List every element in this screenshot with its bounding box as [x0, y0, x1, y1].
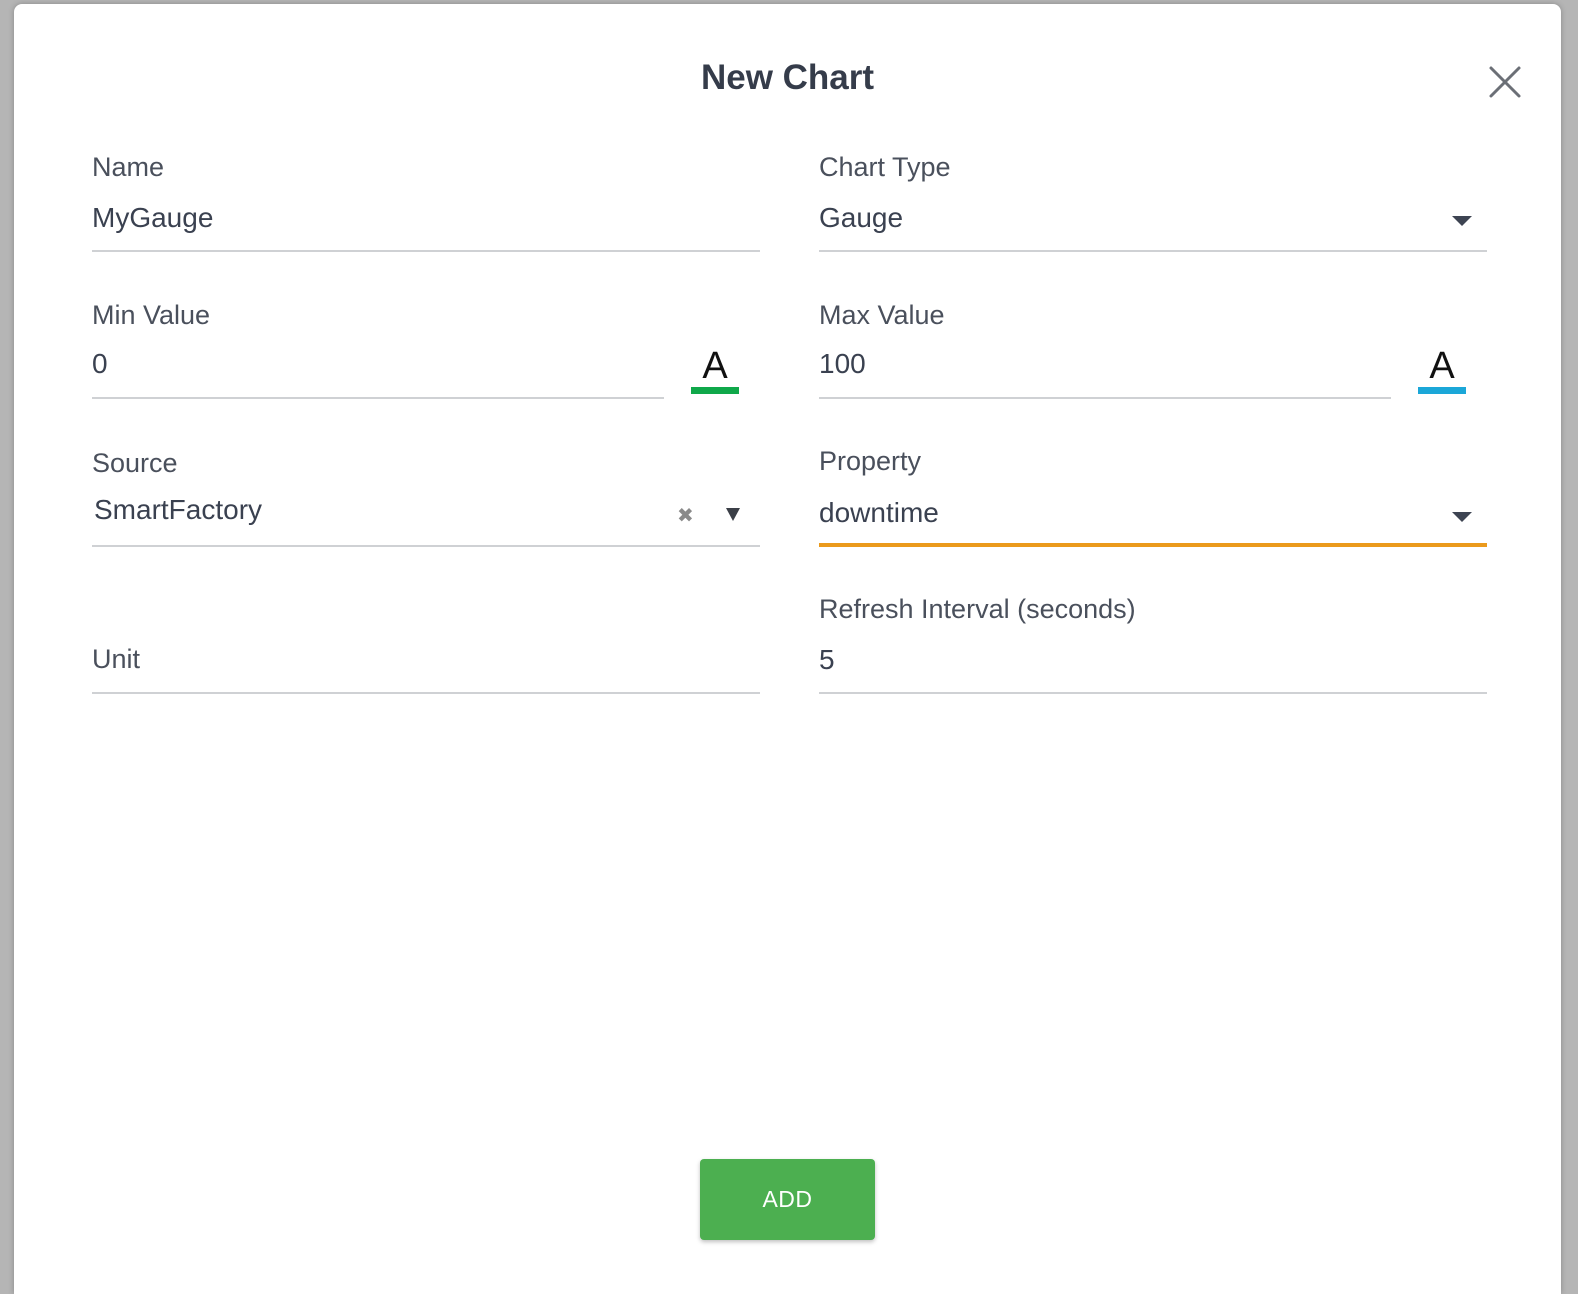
min-value-label: Min Value: [92, 300, 211, 330]
min-color-swatch: [691, 387, 739, 394]
unit-field[interactable]: Unit: [92, 594, 760, 696]
refresh-interval-field[interactable]: Refresh Interval (seconds) 5: [819, 594, 1487, 696]
new-chart-dialog: New Chart Name MyGauge Chart Type Gauge …: [14, 4, 1561, 1294]
max-value-field[interactable]: Max Value 100 A: [819, 300, 1487, 402]
name-underline: [92, 250, 760, 252]
max-value-label: Max Value: [819, 300, 945, 330]
source-underline: [92, 545, 760, 547]
property-label: Property: [819, 446, 922, 476]
name-input[interactable]: MyGauge: [92, 202, 213, 234]
unit-placeholder[interactable]: Unit: [92, 644, 140, 675]
chart-type-select[interactable]: Chart Type Gauge: [819, 152, 1487, 254]
min-value-underline: [92, 397, 664, 399]
close-icon[interactable]: [1485, 62, 1525, 102]
chevron-down-icon[interactable]: [1452, 512, 1472, 522]
max-color-swatch: [1418, 387, 1466, 394]
name-field[interactable]: Name MyGauge: [92, 152, 760, 254]
property-underline-focused: [819, 543, 1487, 547]
chevron-down-icon[interactable]: [1452, 216, 1472, 226]
max-value-input[interactable]: 100: [819, 348, 866, 380]
chart-type-label: Chart Type: [819, 152, 951, 182]
max-color-glyph: A: [1429, 345, 1455, 387]
min-value-field[interactable]: Min Value 0 A: [92, 300, 760, 402]
min-value-input[interactable]: 0: [92, 348, 108, 380]
property-value[interactable]: downtime: [819, 497, 939, 529]
source-select[interactable]: Source SmartFactory ✖: [92, 448, 760, 550]
property-select[interactable]: Property downtime: [819, 446, 1487, 550]
clear-icon[interactable]: ✖: [677, 506, 694, 526]
min-color-glyph: A: [702, 345, 728, 387]
source-value[interactable]: SmartFactory: [94, 494, 262, 526]
chart-type-underline: [819, 250, 1487, 252]
refresh-interval-input[interactable]: 5: [819, 644, 835, 676]
max-value-underline: [819, 397, 1391, 399]
refresh-interval-underline: [819, 692, 1487, 694]
add-button[interactable]: ADD: [700, 1159, 875, 1240]
min-color-picker-icon[interactable]: A: [691, 345, 739, 394]
source-label: Source: [92, 448, 178, 478]
name-label: Name: [92, 152, 165, 182]
chevron-down-icon[interactable]: [726, 508, 740, 521]
max-color-picker-icon[interactable]: A: [1418, 345, 1466, 394]
refresh-interval-label: Refresh Interval (seconds): [819, 594, 1136, 624]
dialog-title: New Chart: [700, 58, 875, 97]
unit-underline: [92, 692, 760, 694]
chart-type-value[interactable]: Gauge: [819, 202, 903, 234]
